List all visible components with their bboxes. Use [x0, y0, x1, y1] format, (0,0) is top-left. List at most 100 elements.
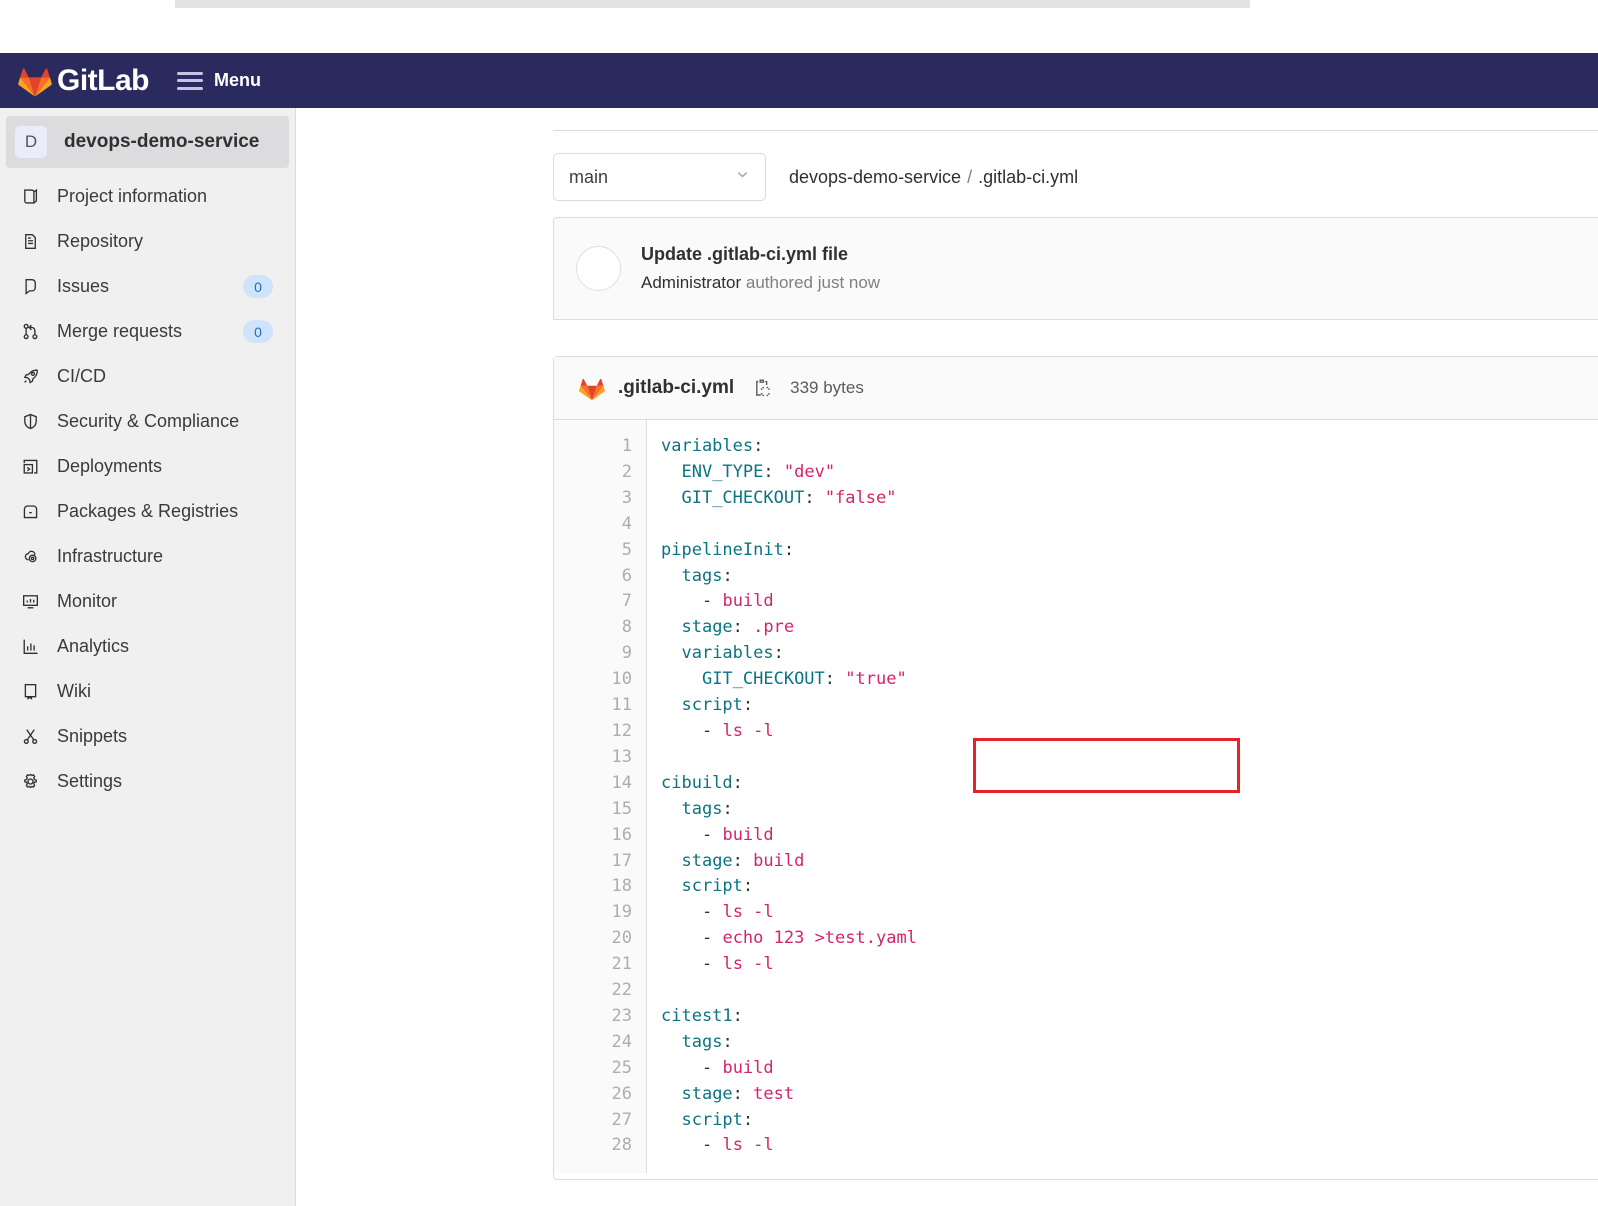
sidebar-item-label: Merge requests	[57, 321, 183, 341]
sidebar-item-snippets[interactable]: Snippets	[0, 714, 295, 759]
content-divider	[553, 130, 1598, 131]
sidebar-item-deployments[interactable]: Deployments	[0, 444, 295, 489]
sidebar-item-label: Monitor	[57, 591, 118, 611]
line-number: 14	[611, 772, 632, 793]
sidebar-item-merge-requests[interactable]: Merge requests 0	[0, 309, 295, 354]
code-line: tags:	[681, 798, 733, 819]
deployment-icon	[19, 456, 41, 478]
document-icon	[19, 231, 41, 253]
line-number: 1	[621, 436, 632, 456]
sidebar-item-analytics[interactable]: Analytics	[0, 624, 295, 669]
code-line: - build	[701, 1057, 774, 1078]
file-size-label: 339 bytes	[790, 378, 864, 397]
gitlab-fox-logo[interactable]	[18, 65, 52, 97]
code-line: ENV_TYPE: "dev"	[681, 461, 836, 482]
sidebar-item-security-compliance[interactable]: Security & Compliance	[0, 399, 295, 444]
line-number: 4	[621, 513, 632, 534]
sidebar-item-label: Project information	[57, 186, 208, 206]
code-line: stage: build	[681, 850, 805, 871]
merge-requests-count-badge: 0	[243, 320, 273, 343]
commit-text-block: Update .gitlab-ci.yml file Administrator…	[641, 241, 880, 296]
menu-button-label[interactable]: Menu	[214, 70, 261, 91]
branch-selector[interactable]: main	[553, 153, 766, 201]
sidebar-item-label: CI/CD	[57, 366, 106, 386]
line-number: 8	[621, 617, 632, 638]
sidebar-item-label: Repository	[57, 231, 144, 251]
sidebar-item-packages-registries[interactable]: Packages & Registries	[0, 489, 295, 534]
code-line: script:	[681, 695, 754, 716]
code-line: script:	[681, 876, 754, 897]
code-viewer: 1 2 3 4 5 6 7 8 9 10 11 12 13 14 15 16 17 18 19 20 21 22 23 24 2…	[554, 420, 1598, 1174]
copy-to-clipboard-icon[interactable]	[753, 377, 773, 399]
line-number: 13	[611, 746, 632, 767]
sidebar-item-label: Analytics	[57, 636, 130, 656]
project-avatar: D	[15, 126, 47, 158]
code-line: - ls -l	[701, 720, 774, 741]
sidebar-project-header[interactable]: D devops-demo-service	[6, 116, 289, 168]
last-commit-panel: Update .gitlab-ci.yml file Administrator…	[553, 217, 1598, 320]
line-number: 26	[611, 1083, 632, 1104]
chevron-down-icon	[735, 167, 750, 187]
file-name-label: .gitlab-ci.yml	[618, 377, 735, 398]
code-line: stage: .pre	[681, 617, 795, 638]
code-line: tags:	[681, 565, 733, 586]
user-avatar-placeholder	[576, 246, 621, 291]
project-name-label: devops-demo-service	[64, 131, 260, 152]
code-content[interactable]: variables: ENV_TYPE: "dev" GIT_CHECKOUT:…	[647, 420, 1598, 1173]
breadcrumb-project-link[interactable]: devops-demo-service	[789, 167, 961, 187]
file-viewer-panel: .gitlab-ci.yml 339 bytes 1 2 3 4 5 6 7 8 9 10 11 12…	[553, 356, 1598, 1180]
cloud-gear-icon	[19, 546, 41, 568]
line-number: 10	[611, 669, 632, 690]
branch-name-label: main	[569, 166, 609, 187]
sidebar-item-issues[interactable]: Issues 0	[0, 264, 295, 309]
commit-timestamp: authored just now	[745, 272, 881, 292]
line-number: 21	[611, 954, 632, 975]
sidebar-item-repository[interactable]: Repository	[0, 219, 295, 264]
commit-message[interactable]: Update .gitlab-ci.yml file	[641, 241, 880, 269]
monitor-icon	[19, 591, 41, 613]
sidebar-item-label: Deployments	[57, 456, 163, 476]
code-line: variables:	[661, 436, 764, 456]
line-number: 15	[611, 798, 632, 819]
code-line: cibuild:	[661, 772, 743, 793]
hamburger-menu-icon[interactable]	[177, 71, 203, 90]
commit-author[interactable]: Administrator	[641, 273, 741, 292]
code-line: - ls -l	[701, 954, 774, 975]
code-line: GIT_CHECKOUT: "false"	[681, 487, 897, 508]
code-line: GIT_CHECKOUT: "true"	[701, 669, 907, 690]
browser-chrome-strip	[175, 0, 1250, 8]
sidebar-item-label: Security & Compliance	[57, 411, 240, 431]
gitlab-fox-file-icon	[579, 376, 605, 401]
line-number: 19	[611, 902, 632, 923]
code-line: tags:	[681, 1031, 733, 1052]
line-number: 7	[621, 591, 632, 612]
line-number: 11	[611, 695, 632, 716]
sidebar-item-label: Issues	[57, 276, 110, 296]
sidebar-item-project-information[interactable]: Project information	[0, 174, 295, 219]
rocket-icon	[19, 366, 41, 388]
sidebar-item-wiki[interactable]: Wiki	[0, 669, 295, 714]
code-line: - build	[701, 591, 774, 612]
code-line: - build	[701, 824, 774, 845]
merge-request-icon	[19, 321, 41, 343]
sidebar-item-infrastructure[interactable]: Infrastructure	[0, 534, 295, 579]
code-line: stage: test	[681, 1083, 795, 1104]
file-header: .gitlab-ci.yml 339 bytes	[554, 357, 1598, 420]
sidebar-item-label: Settings	[57, 771, 123, 791]
sidebar-item-label: Infrastructure	[57, 546, 164, 566]
line-number: 9	[621, 643, 632, 664]
line-number: 16	[611, 824, 632, 845]
shield-icon	[19, 411, 41, 433]
sidebar-item-label: Snippets	[57, 726, 128, 746]
line-number: 24	[611, 1031, 632, 1052]
issue-icon	[19, 276, 41, 298]
gear-icon	[19, 771, 41, 793]
sidebar-item-settings[interactable]: Settings	[0, 759, 295, 804]
code-line: variables:	[681, 643, 784, 664]
sidebar-item-label: Packages & Registries	[57, 501, 239, 521]
line-number: 12	[611, 720, 632, 741]
sidebar-item-monitor[interactable]: Monitor	[0, 579, 295, 624]
sidebar-item-ci-cd[interactable]: CI/CD	[0, 354, 295, 399]
breadcrumb-file-name: .gitlab-ci.yml	[978, 166, 1079, 187]
